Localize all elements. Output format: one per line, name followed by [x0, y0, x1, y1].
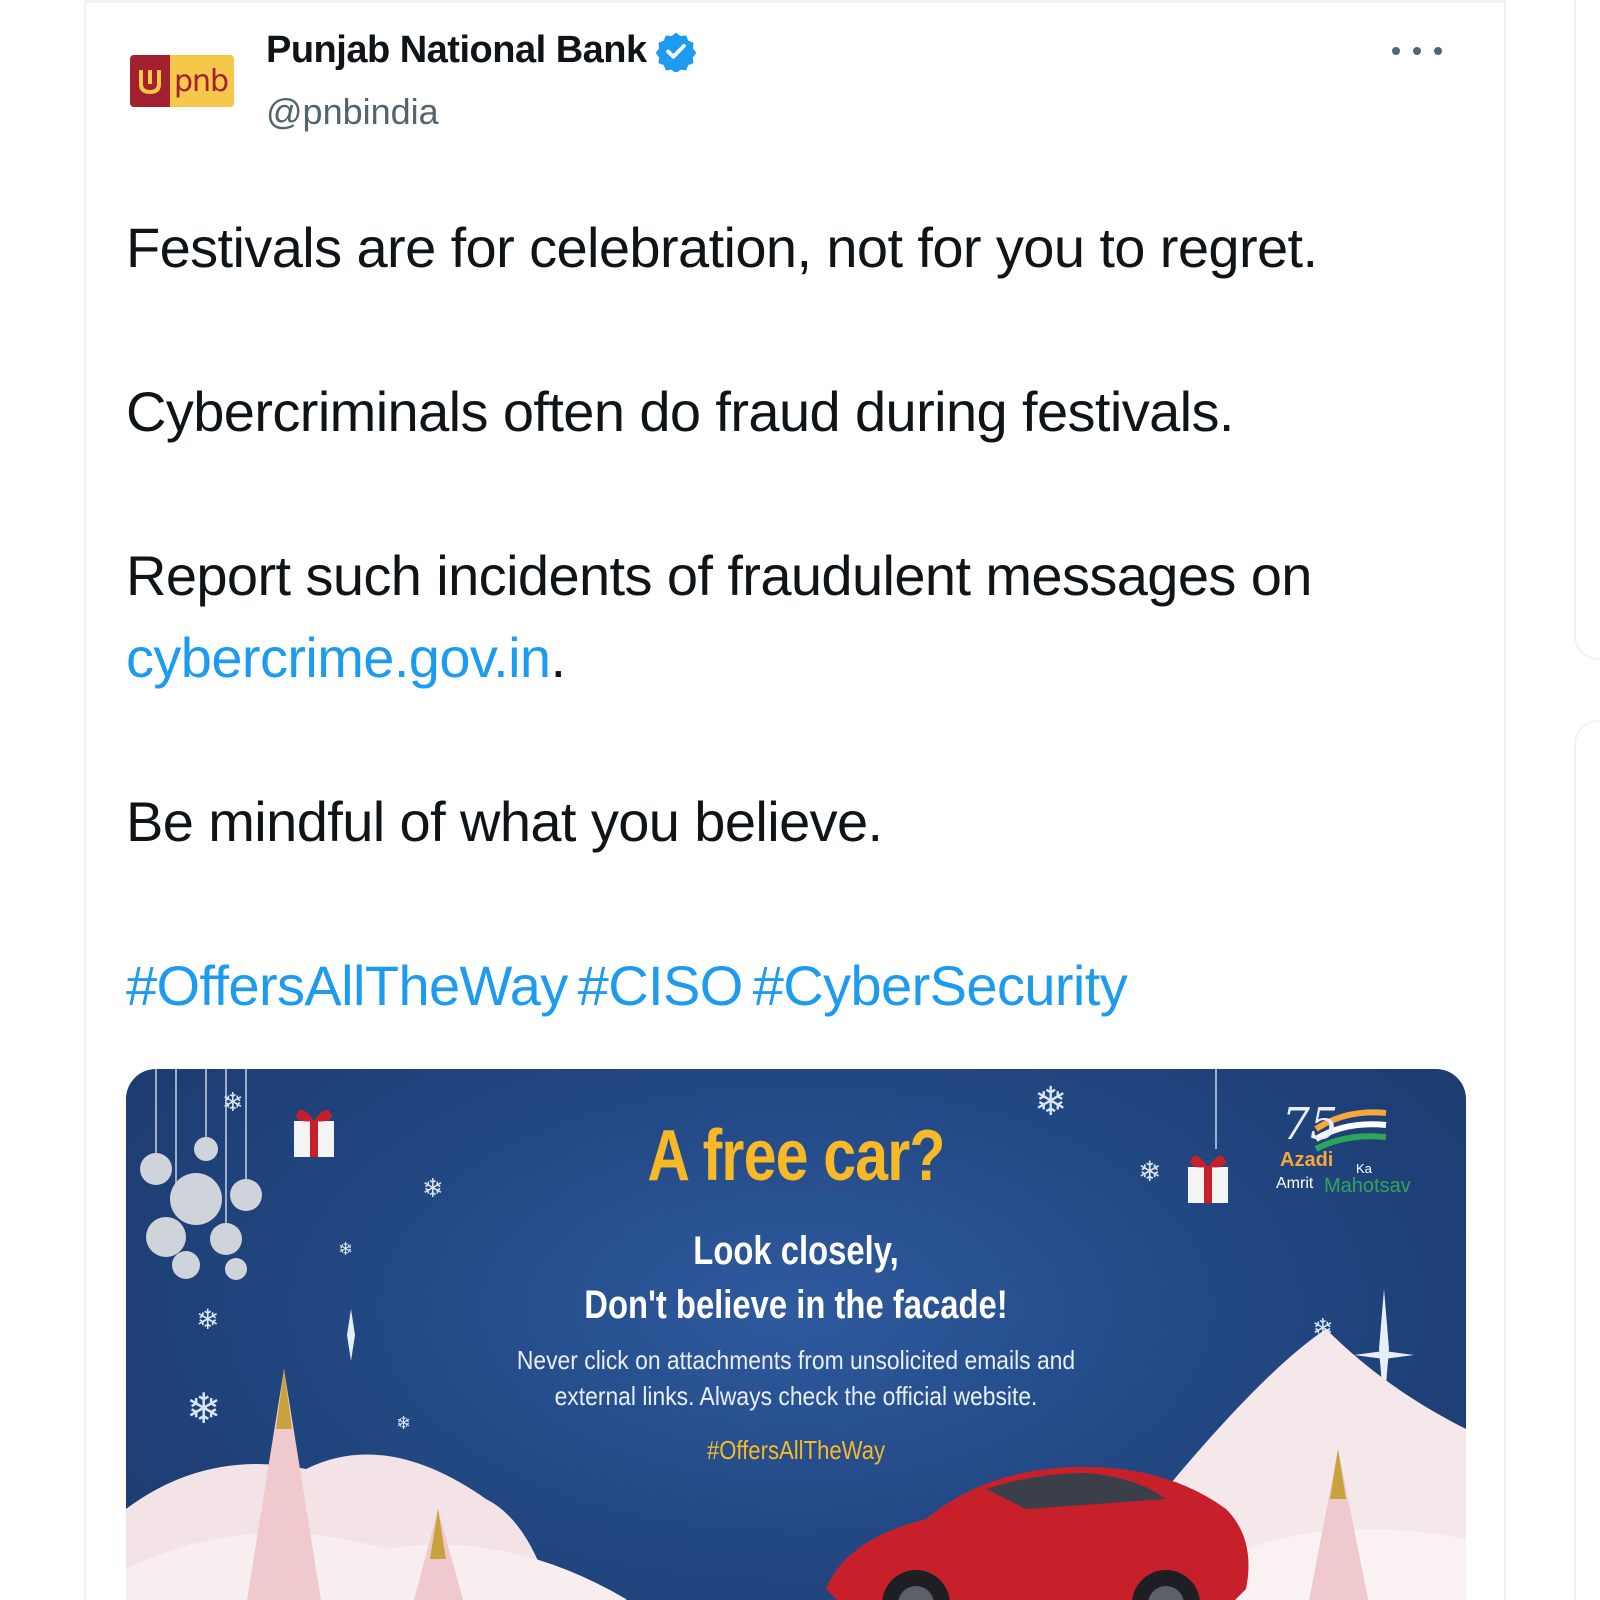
- hashtag-ciso[interactable]: #CISO: [578, 954, 744, 1017]
- more-dots-icon[interactable]: [1392, 33, 1442, 69]
- author-name-row: Punjab National Bank: [266, 29, 697, 72]
- hashtag-cybersecurity[interactable]: #CyberSecurity: [753, 954, 1128, 1017]
- promo-body-2: external links. Always check the officia…: [554, 1381, 1038, 1411]
- promo-hashtag: #OffersAllTheWay: [706, 1435, 886, 1465]
- avatar-label: pnb: [174, 63, 229, 99]
- sidebar-panel-edge: [1574, 0, 1600, 660]
- author-display-name[interactable]: Punjab National Bank: [266, 29, 647, 72]
- logo-word-mahotsav: Mahotsav: [1324, 1175, 1411, 1197]
- page: pnb Punjab National Bank @pnbindia Festi…: [0, 0, 1600, 1600]
- logo-word-ka: Ka: [1356, 1161, 1372, 1176]
- hashtag-offers-all-the-way[interactable]: #OffersAllTheWay: [126, 954, 568, 1017]
- hashtag-row: #OffersAllTheWay #CISO #CyberSecurity: [126, 945, 1466, 1027]
- logo-word-azadi: Azadi: [1280, 1149, 1334, 1171]
- tweet-text: Festivals are for celebration, not for y…: [126, 207, 1466, 1109]
- tweet-paragraph-1: Festivals are for celebration, not for y…: [126, 216, 1318, 279]
- tweet-paragraph-3: Report such incidents of fraudulent mess…: [126, 535, 1466, 699]
- pnb-logo-icon: [130, 55, 170, 107]
- promo-headline: A free car?: [647, 1116, 945, 1196]
- promo-body-1: Never click on attachments from unsolici…: [516, 1345, 1076, 1375]
- red-car-icon: [826, 1466, 1249, 1600]
- svg-text:❄: ❄: [396, 1413, 411, 1434]
- avatar[interactable]: pnb: [130, 55, 234, 107]
- promo-subheading-2: Don't believe in the facade!: [584, 1283, 1008, 1327]
- author-handle[interactable]: @pnbindia: [266, 91, 439, 133]
- cybercrime-link[interactable]: cybercrime.gov.in: [126, 626, 551, 689]
- promo-subheading-1: Look closely,: [693, 1229, 899, 1273]
- tweet-paragraph-4: Be mindful of what you believe.: [126, 790, 883, 853]
- svg-text:❄: ❄: [196, 1303, 219, 1336]
- sidebar-panel-edge-lower: [1574, 720, 1600, 1600]
- svg-text:❄: ❄: [222, 1088, 244, 1118]
- azadi-ka-amrit-mahotsav-logo: 75 Azadi Ka Amrit Mahotsav: [1276, 1099, 1426, 1199]
- logo-number: 75: [1282, 1099, 1338, 1150]
- logo-word-amrit: Amrit: [1276, 1175, 1314, 1192]
- verified-badge-icon: [655, 32, 696, 72]
- tweet-paragraph-3-end: .: [550, 626, 566, 689]
- tweet-card: pnb Punjab National Bank @pnbindia Festi…: [84, 0, 1506, 1600]
- tweet-paragraph-3-text: Report such incidents of fraudulent mess…: [126, 544, 1312, 607]
- tweet-media-image[interactable]: ❄ ❄ ❄ ❄ ❄ ❄ ❄ ❄ ❄ A free car? Look close…: [126, 1069, 1466, 1600]
- tweet-paragraph-2: Cybercriminals often do fraud during fes…: [126, 380, 1234, 443]
